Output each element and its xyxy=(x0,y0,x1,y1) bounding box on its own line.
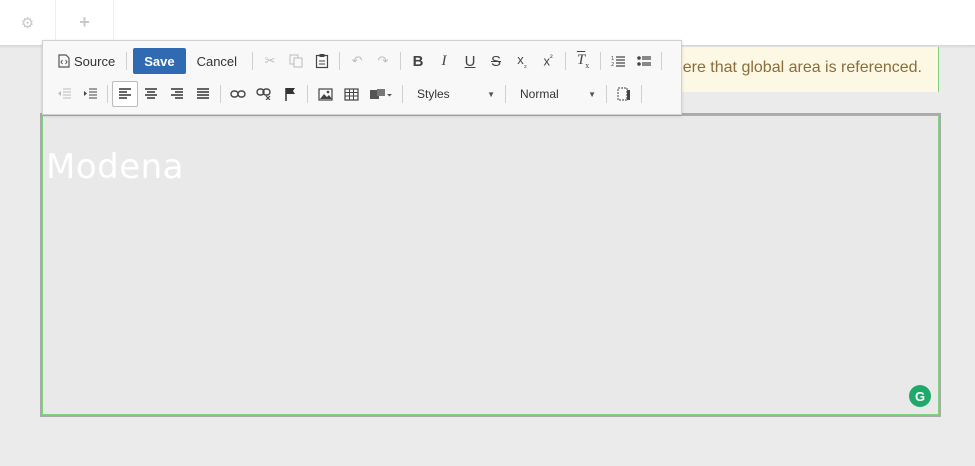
superscript-button[interactable]: x² xyxy=(535,48,561,74)
blocks-icon xyxy=(369,88,393,101)
decrease-indent-button[interactable] xyxy=(51,81,77,107)
format-label: Normal xyxy=(520,87,559,101)
unlink-button[interactable] xyxy=(251,81,277,107)
source-icon xyxy=(58,54,70,68)
toolbar-row-2: Styles ▼ Normal ▼ xyxy=(51,80,646,108)
remove-format-button[interactable]: Tx xyxy=(570,48,596,74)
bold-icon: B xyxy=(412,52,424,70)
separator xyxy=(661,52,663,70)
separator xyxy=(252,52,254,70)
add-block-button[interactable]: + xyxy=(56,0,114,45)
superscript-icon: x² xyxy=(543,53,553,69)
toolbar-row-1: Source Save Cancel ✂ ↶ ↷ B I U S x₂ x² T… xyxy=(51,47,666,75)
format-dropdown[interactable]: Normal ▼ xyxy=(510,81,602,107)
copy-icon xyxy=(289,54,303,68)
separator xyxy=(505,85,506,103)
cut-button[interactable]: ✂ xyxy=(257,48,283,74)
clipboard-icon xyxy=(315,53,329,69)
plus-icon: + xyxy=(79,12,90,32)
indent-icon xyxy=(83,88,97,100)
italic-button[interactable]: I xyxy=(431,48,457,74)
align-center-icon xyxy=(144,88,158,100)
insert-block-dropdown[interactable] xyxy=(364,81,398,107)
source-label: Source xyxy=(74,53,116,69)
grammarly-glyph: G xyxy=(914,388,926,404)
table-icon xyxy=(343,87,359,101)
paste-button[interactable] xyxy=(309,48,335,74)
separator xyxy=(107,85,108,103)
undo-icon: ↶ xyxy=(351,53,363,68)
styles-label: Styles xyxy=(417,87,450,101)
separator xyxy=(641,85,642,103)
subscript-button[interactable]: x₂ xyxy=(509,48,535,74)
styles-dropdown[interactable]: Styles ▼ xyxy=(407,81,501,107)
redo-icon: ↷ xyxy=(377,53,389,68)
italic-icon: I xyxy=(441,52,447,69)
cancel-button[interactable]: Cancel xyxy=(186,48,248,74)
unlink-icon xyxy=(256,88,272,100)
table-button[interactable] xyxy=(338,81,364,107)
numbered-list-icon: 12 xyxy=(611,55,626,67)
numbered-list-button[interactable]: 12 xyxy=(605,48,631,74)
justify-icon xyxy=(196,88,210,100)
separator xyxy=(400,52,402,70)
subscript-icon: x₂ xyxy=(517,52,527,70)
bold-button[interactable]: B xyxy=(405,48,431,74)
image-icon xyxy=(317,87,333,101)
show-blocks-button[interactable] xyxy=(611,81,637,107)
align-right-button[interactable] xyxy=(164,81,190,107)
separator xyxy=(307,85,308,103)
editable-content-area[interactable]: Modena G xyxy=(40,113,941,417)
anchor-button[interactable] xyxy=(277,81,303,107)
redo-button[interactable]: ↷ xyxy=(370,48,396,74)
svg-text:2: 2 xyxy=(611,62,614,67)
copy-button[interactable] xyxy=(283,48,309,74)
gear-icon: ⚙ xyxy=(20,14,35,32)
outdent-icon xyxy=(57,88,71,100)
source-button[interactable]: Source xyxy=(51,48,122,74)
align-center-button[interactable] xyxy=(138,81,164,107)
separator xyxy=(126,52,128,70)
increase-indent-button[interactable] xyxy=(77,81,103,107)
align-left-icon xyxy=(118,88,132,100)
link-icon xyxy=(230,89,246,99)
strikethrough-icon: S xyxy=(491,52,502,70)
save-button[interactable]: Save xyxy=(133,48,186,74)
flag-icon xyxy=(284,87,296,101)
separator xyxy=(565,52,567,70)
undo-button[interactable]: ↶ xyxy=(344,48,370,74)
separator xyxy=(600,52,602,70)
underline-button[interactable]: U xyxy=(457,48,483,74)
bulleted-list-button[interactable] xyxy=(631,48,657,74)
separator xyxy=(339,52,341,70)
align-left-button[interactable] xyxy=(112,81,138,107)
underline-icon: U xyxy=(464,52,476,70)
link-button[interactable] xyxy=(225,81,251,107)
remove-format-icon: Tx xyxy=(576,52,590,70)
separator xyxy=(402,85,403,103)
bulleted-list-icon xyxy=(637,55,652,67)
align-right-icon xyxy=(170,88,184,100)
show-blocks-icon xyxy=(617,87,631,101)
strikethrough-button[interactable]: S xyxy=(483,48,509,74)
content-heading[interactable]: Modena xyxy=(46,147,184,187)
separator xyxy=(220,85,221,103)
settings-button[interactable]: ⚙ xyxy=(0,0,56,45)
rich-text-toolbar: Source Save Cancel ✂ ↶ ↷ B I U S x₂ x² T… xyxy=(42,40,682,115)
scissors-icon: ✂ xyxy=(264,53,276,68)
image-button[interactable] xyxy=(312,81,338,107)
chevron-down-icon: ▼ xyxy=(588,89,596,99)
justify-button[interactable] xyxy=(190,81,216,107)
notice-text: Any changes made here will be reflected … xyxy=(683,59,922,76)
chevron-down-icon: ▼ xyxy=(487,89,495,99)
separator xyxy=(606,85,607,103)
grammarly-icon[interactable]: G xyxy=(909,385,931,407)
